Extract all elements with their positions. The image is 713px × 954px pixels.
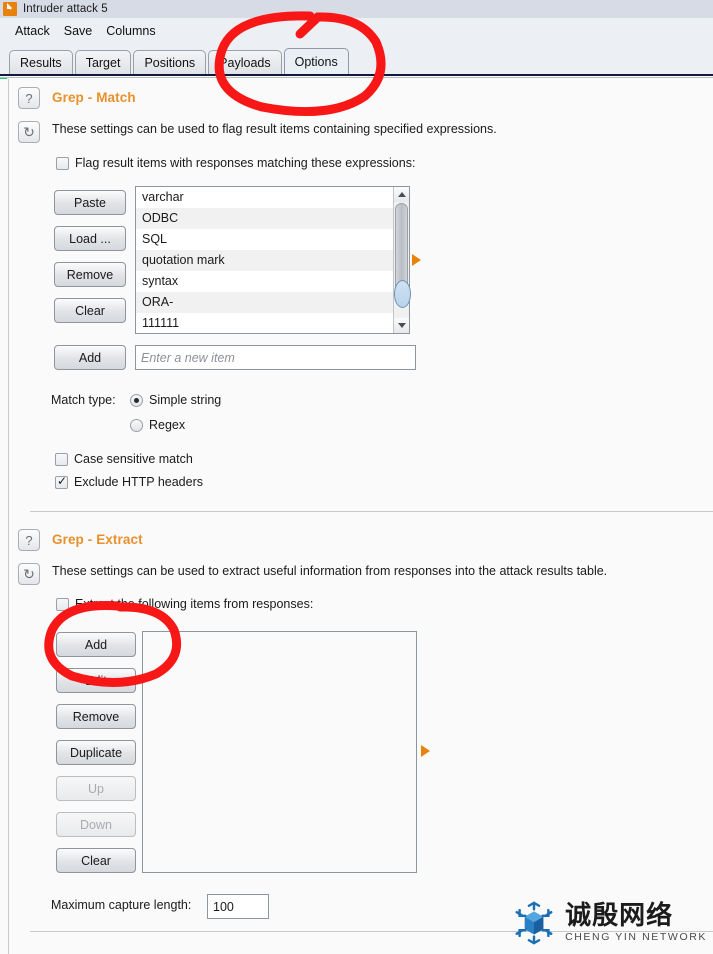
match-add-button[interactable]: Add	[54, 345, 126, 370]
scrollbar-down-arrow-icon[interactable]	[394, 318, 409, 333]
refresh-icon: ↻	[23, 565, 35, 582]
max-capture-length-label: Maximum capture length:	[51, 898, 192, 912]
case-sensitive-label: Case sensitive match	[74, 452, 193, 466]
watermark-chinese-text: 诚殷网络	[565, 901, 674, 932]
extract-edit-button[interactable]: Edit	[56, 668, 136, 693]
match-type-regex-row[interactable]: Regex	[130, 418, 185, 432]
exclude-http-headers-row[interactable]: Exclude HTTP headers	[55, 474, 203, 489]
grep-extract-reset-icon[interactable]: ↻	[18, 563, 40, 585]
list-item[interactable]: 111111	[136, 313, 409, 333]
tab-positions[interactable]: Positions	[133, 50, 207, 74]
menu-item-attack[interactable]: Attack	[8, 22, 57, 40]
match-type-simple-string-label: Simple string	[149, 393, 222, 407]
window-title: Intruder attack 5	[23, 3, 108, 15]
extract-add-button[interactable]: Add	[56, 632, 136, 657]
extract-items-label: Extract the following items from respons…	[75, 597, 314, 611]
grep-match-description: These settings can be used to flag resul…	[52, 122, 497, 136]
grep-extract-title: Grep - Extract	[52, 532, 143, 547]
list-item[interactable]: syntax	[136, 271, 409, 292]
list-item[interactable]: ORA-	[136, 292, 409, 313]
list-item[interactable]: SQL	[136, 229, 409, 250]
grep-match-expander-icon[interactable]	[412, 254, 421, 266]
grep-extract-description: These settings can be used to extract us…	[52, 564, 608, 578]
match-load-button[interactable]: Load ...	[54, 226, 126, 251]
match-type-simple-string-row[interactable]: Simple string	[130, 393, 221, 407]
grep-match-title: Grep - Match	[52, 90, 136, 105]
extract-duplicate-button[interactable]: Duplicate	[56, 740, 136, 765]
extract-remove-button[interactable]: Remove	[56, 704, 136, 729]
grep-extract-expander-icon[interactable]	[421, 745, 430, 757]
grep-match-help-icon[interactable]: ?	[18, 87, 40, 109]
list-item[interactable]: varchar	[136, 187, 409, 208]
extract-up-button: Up	[56, 776, 136, 801]
menu-item-save[interactable]: Save	[57, 22, 100, 40]
match-remove-button[interactable]: Remove	[54, 262, 126, 287]
window-titlebar: Intruder attack 5	[0, 0, 713, 18]
exclude-http-headers-label: Exclude HTTP headers	[74, 475, 203, 489]
list-item[interactable]: quotation mark	[136, 250, 409, 271]
tab-payloads[interactable]: Payloads	[208, 50, 282, 74]
match-type-regex-radio[interactable]	[130, 418, 143, 432]
menubar: Attack Save Columns	[0, 18, 713, 44]
intruder-attack-window: Intruder attack 5 Attack Save Columns Re…	[0, 0, 713, 954]
options-panel: ? ↻ Grep - Match These settings can be u…	[0, 79, 713, 954]
exclude-http-headers-checkbox[interactable]	[55, 474, 68, 489]
grep-match-list-scrollbar[interactable]	[393, 187, 411, 333]
list-item[interactable]: ODBC	[136, 208, 409, 229]
grep-match-reset-icon[interactable]: ↻	[18, 121, 40, 143]
match-paste-button[interactable]: Paste	[54, 190, 126, 215]
flag-result-items-checkbox[interactable]	[56, 156, 69, 170]
case-sensitive-row[interactable]: Case sensitive match	[55, 452, 193, 466]
extract-clear-button[interactable]: Clear	[56, 848, 136, 873]
panel-left-border	[8, 79, 9, 954]
watermark-english-text: CHENG YIN NETWORK	[565, 931, 707, 944]
scrollbar-position-bubble[interactable]	[394, 280, 411, 308]
extract-items-checkbox-row[interactable]: Extract the following items from respons…	[56, 597, 313, 611]
tab-options[interactable]: Options	[283, 48, 349, 74]
match-type-simple-string-radio[interactable]	[130, 393, 143, 407]
match-new-item-input[interactable]	[135, 345, 416, 370]
tab-target[interactable]: Target	[74, 50, 132, 74]
extract-items-checkbox[interactable]	[56, 597, 69, 611]
flag-result-items-label: Flag result items with responses matchin…	[75, 156, 416, 170]
question-mark-icon: ?	[25, 532, 33, 548]
extract-down-button: Down	[56, 812, 136, 837]
match-clear-button[interactable]: Clear	[54, 298, 126, 323]
grep-match-list[interactable]: varchar ODBC SQL quotation mark syntax O…	[135, 186, 410, 334]
refresh-icon: ↻	[23, 123, 35, 140]
section-divider	[30, 511, 713, 512]
burp-suite-icon	[3, 2, 17, 16]
tab-results[interactable]: Results	[9, 50, 73, 74]
scrollbar-up-arrow-icon[interactable]	[394, 187, 409, 202]
max-capture-length-input[interactable]	[207, 894, 269, 919]
cheng-yin-logo-icon	[515, 901, 553, 945]
grep-extract-list[interactable]	[142, 631, 417, 873]
watermark: 诚殷网络 CHENG YIN NETWORK	[511, 900, 707, 946]
flag-result-items-checkbox-row[interactable]: Flag result items with responses matchin…	[56, 156, 415, 170]
tabbar: Results Target Positions Payloads Option…	[0, 44, 713, 74]
case-sensitive-checkbox[interactable]	[55, 452, 68, 466]
grep-extract-help-icon[interactable]: ?	[18, 529, 40, 551]
match-type-regex-label: Regex	[149, 418, 186, 432]
question-mark-icon: ?	[25, 90, 33, 106]
menu-item-columns[interactable]: Columns	[99, 22, 162, 40]
match-type-label: Match type:	[51, 393, 116, 407]
